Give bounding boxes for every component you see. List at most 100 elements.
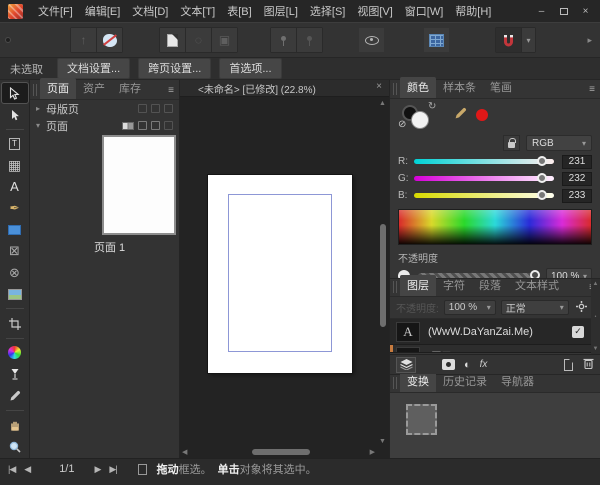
spread-setup-button[interactable]: 跨页设置... [138,58,211,79]
color-mode-select[interactable]: RGB ▾ [526,135,592,151]
tab-stroke[interactable]: 笔画 [483,77,519,98]
tab-paragraph[interactable]: 段落 [472,275,508,296]
delete-layer-button[interactable] [583,357,594,372]
tab-navigator[interactable]: 导航器 [494,371,541,392]
menu-window[interactable]: 窗口[W] [399,0,450,22]
tab-history[interactable]: 历史记录 [436,371,494,392]
layer-row-partial[interactable]: (图层 A) [390,345,600,353]
scroll-down-icon[interactable]: ▼ [593,346,599,352]
tab-pages[interactable]: 页面 [40,78,76,99]
move-tool[interactable] [2,83,28,103]
scroll-left-icon[interactable]: ◀ [182,448,187,457]
horizontal-scroll-thumb[interactable] [252,449,310,455]
scroll-right-icon[interactable]: ▶ [370,448,375,457]
maximize-button[interactable] [554,3,573,19]
menu-file[interactable]: 文件[F] [32,0,79,22]
expand-open-icon[interactable]: ▾ [36,121,46,130]
no-fill-icon[interactable]: ⊘ [398,119,406,130]
tab-swatches[interactable]: 样本条 [436,77,483,98]
master-pages-row[interactable]: ▸ 母版页 [30,100,179,117]
blue-value[interactable]: 233 [562,189,592,203]
gradient-tool[interactable] [2,343,28,363]
vector-crop-tool[interactable] [2,313,28,333]
tab-text-styles[interactable]: 文本样式 [508,275,566,296]
snapping-button[interactable] [496,28,521,52]
insert-inside-button[interactable] [271,28,296,52]
rectangle-tool[interactable] [2,220,28,240]
document-setup-button[interactable]: 文档设置... [57,58,130,79]
add-page-icon[interactable] [138,121,147,130]
fill-stroke-selector[interactable]: ⊘ ↺ [402,105,438,131]
add-page-icon[interactable] [138,104,147,113]
new-layer-icon[interactable] [564,359,573,371]
migrate-button[interactable]: ↑ [71,28,96,52]
vertical-scroll-thumb[interactable] [380,224,386,327]
red-value[interactable]: 231 [562,155,592,169]
insert-behind-button[interactable] [297,28,322,52]
pages-row[interactable]: ▾ 页面 [30,117,179,134]
anchor-selector[interactable] [406,404,437,435]
adjustment-layer-icon[interactable]: ◐ [464,359,471,371]
prev-page-button[interactable]: ◀ [24,464,30,475]
layer-row-text[interactable]: A (WwW.DaYanZai.Me) ✓ [390,319,600,345]
panel-grip[interactable] [393,377,397,389]
page-1-thumbnail[interactable] [102,135,176,235]
preview-mode-button[interactable] [359,28,384,52]
preview-document-button[interactable] [160,28,185,52]
duplicate-page-icon[interactable] [151,121,160,130]
edit-lock-button[interactable] [97,28,122,52]
zoom-tool[interactable] [2,436,28,456]
snapping-options-button[interactable]: ▾ [522,28,535,52]
color-spectrum[interactable] [398,209,592,245]
horizontal-scrollbar[interactable]: ◀ ▶ [182,448,375,457]
preferences-button[interactable]: 首选项... [219,58,281,79]
place-image-tool[interactable] [2,284,28,304]
tab-character[interactable]: 字符 [436,275,472,296]
menu-text[interactable]: 文本[T] [174,0,221,22]
slider-knob[interactable] [537,173,547,183]
lock-button[interactable] [503,135,520,151]
next-page-button[interactable]: ▶ [94,464,100,475]
node-tool[interactable] [2,104,28,124]
close-button[interactable]: × [576,3,595,19]
designer-persona-button[interactable] [14,38,18,42]
blue-slider[interactable] [414,193,554,198]
red-slider[interactable] [414,159,554,164]
menu-document[interactable]: 文档[D] [126,0,174,22]
slider-knob[interactable] [537,156,547,166]
layers-stack-button[interactable] [396,357,416,373]
delete-page-icon[interactable] [164,121,173,130]
panel-grip[interactable] [33,84,37,96]
layer-effects-button[interactable]: fx [480,359,488,370]
document-tab[interactable]: <未命名> [已修改] (22.8%) [180,81,316,96]
pen-tool[interactable]: ✒ [2,198,28,218]
transparency-tool[interactable] [2,364,28,384]
panel-menu-icon[interactable]: ≡ [163,85,179,99]
color-picker-tool[interactable] [2,386,28,406]
toolbar-overflow-button[interactable]: ▸ [587,35,594,46]
menu-layer[interactable]: 图层[L] [258,0,304,22]
picture-frame-rectangle-tool[interactable]: ⊠ [2,241,28,261]
swap-colors-icon[interactable]: ↺ [428,101,436,112]
table-tool[interactable]: ▦ [2,155,28,175]
panel-grip[interactable] [393,281,397,293]
green-value[interactable]: 232 [562,172,592,186]
document-close-icon[interactable]: × [376,81,382,92]
rotate-view-button[interactable]: ◌ [186,28,211,52]
tab-stock[interactable]: 库存 [112,78,148,99]
tab-transform[interactable]: 变换 [400,371,436,392]
photo-persona-button[interactable] [22,38,26,42]
spread-icon[interactable] [122,122,134,130]
first-page-button[interactable]: |◀ [8,464,15,475]
tab-color[interactable]: 颜色 [400,77,436,98]
view-tool[interactable] [2,415,28,435]
menu-edit[interactable]: 编辑[E] [79,0,126,22]
panel-menu-icon[interactable]: ≡ [584,84,600,98]
mask-layer-icon[interactable] [442,359,455,370]
baseline-grid-button[interactable] [424,28,449,52]
canvas[interactable]: ▲ ▼ ◀ ▶ [180,97,389,458]
frame-options-button[interactable]: ▣ [212,28,237,52]
scroll-up-icon[interactable]: ▲ [593,281,599,287]
last-page-button[interactable]: ▶| [109,464,116,475]
menu-help[interactable]: 帮助[H] [449,0,497,22]
